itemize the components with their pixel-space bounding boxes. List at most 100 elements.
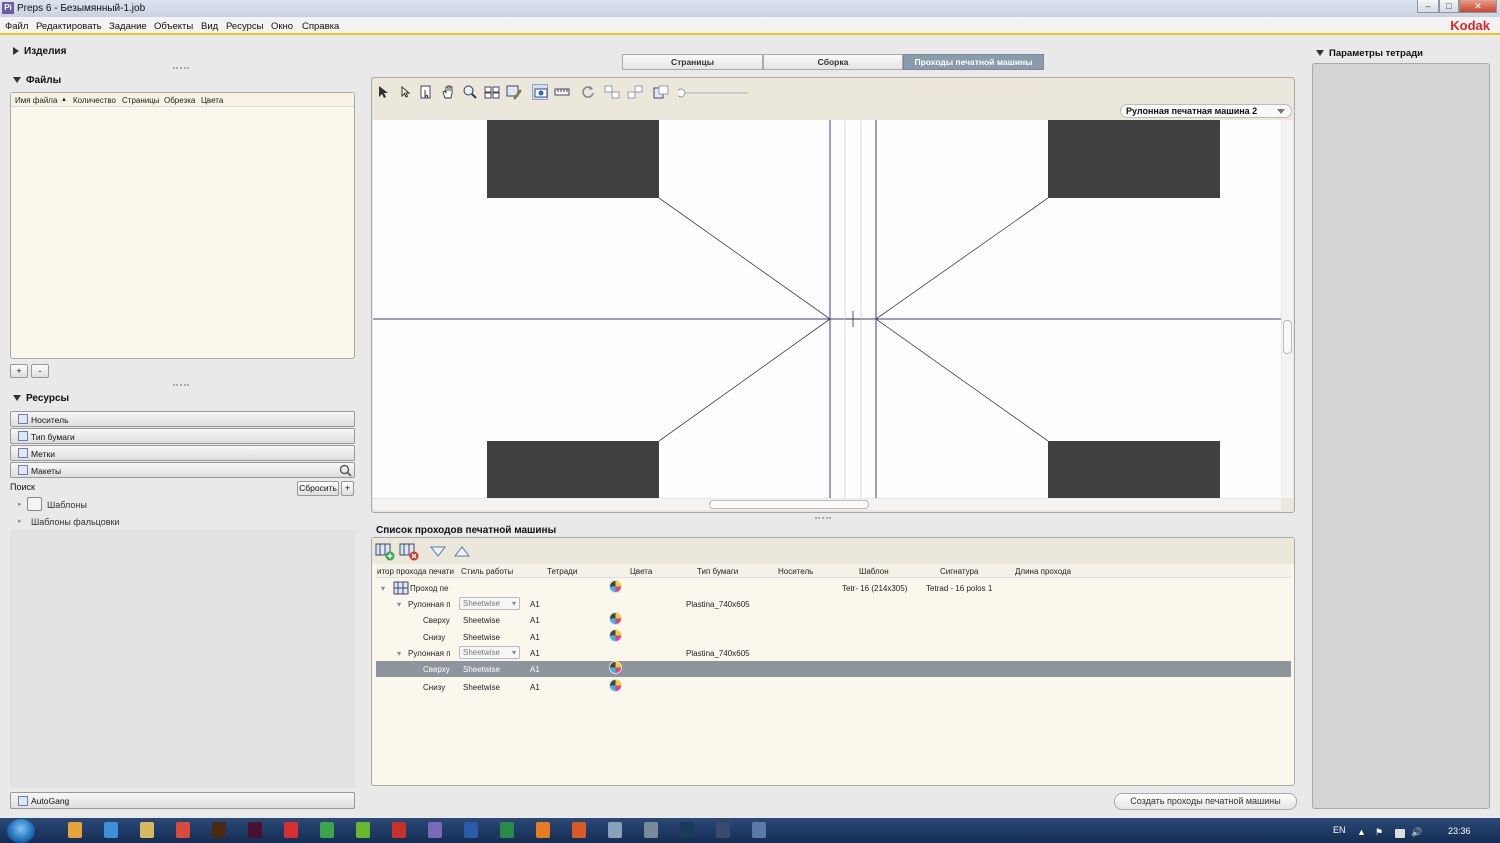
delete-press-run-icon[interactable]: [399, 541, 419, 561]
view-eye-icon[interactable]: [532, 84, 548, 100]
press-row-label[interactable]: Рулонная п: [408, 649, 450, 658]
menu-resources[interactable]: Ресурсы: [226, 21, 263, 32]
col-paper-type[interactable]: Тип бумаги: [697, 567, 738, 576]
menu-job[interactable]: Задание: [109, 21, 147, 32]
tree-expand-icon[interactable]: ▸: [18, 500, 22, 508]
resource-templates[interactable]: Макеты: [10, 462, 355, 478]
excel-icon[interactable]: [500, 822, 514, 838]
app-green-icon[interactable]: [320, 822, 334, 838]
vertical-scrollbar[interactable]: [1282, 120, 1293, 498]
create-press-runs-button[interactable]: Создать проходы печатной машины: [1114, 793, 1297, 810]
reset-search-button[interactable]: Сбросить: [297, 481, 339, 496]
tab-assembly[interactable]: Сборка: [763, 54, 903, 70]
page-block-top-left[interactable]: [487, 120, 659, 198]
files-list[interactable]: Имя файла ▲ Количество Страницы Обрезка …: [10, 92, 355, 359]
press-dropdown[interactable]: Рулонная печатная машина 2: [1120, 104, 1292, 118]
flip-icon[interactable]: [653, 84, 669, 100]
col-signatures[interactable]: Тетради: [547, 567, 577, 576]
tab-press-runs[interactable]: Проходы печатной машины: [903, 54, 1044, 70]
move-up-icon[interactable]: [452, 541, 472, 561]
col-quantity[interactable]: Количество: [73, 96, 116, 105]
grid-layout-icon[interactable]: [484, 84, 500, 100]
col-trim[interactable]: Обрезка: [164, 96, 195, 105]
acrobat-icon[interactable]: [392, 822, 406, 838]
resource-media[interactable]: Носитель: [10, 411, 355, 427]
align-left-icon[interactable]: [604, 84, 620, 100]
zoom-icon[interactable]: [462, 84, 478, 100]
direct-select-icon[interactable]: [398, 84, 414, 100]
menu-file[interactable]: Файл: [5, 21, 28, 32]
horizontal-scroll-thumb[interactable]: [709, 500, 869, 509]
col-work-style[interactable]: Стиль работы: [461, 567, 513, 576]
tree-expand-icon[interactable]: ▸: [18, 517, 22, 525]
tree-collapse-icon[interactable]: ▾: [397, 600, 401, 609]
side-bottom-label[interactable]: Снизу: [423, 683, 453, 692]
work-style-dropdown[interactable]: Sheetwise: [459, 597, 520, 610]
menu-window[interactable]: Окно: [271, 21, 293, 32]
indesign-icon[interactable]: [248, 822, 262, 838]
rotate-icon[interactable]: [580, 84, 596, 100]
archive-icon[interactable]: [644, 822, 658, 838]
press-sheet-canvas[interactable]: [373, 120, 1281, 498]
align-right-icon[interactable]: [627, 84, 643, 100]
files-section-header[interactable]: Файлы: [13, 75, 61, 86]
press-run-name[interactable]: Проход пе: [410, 584, 452, 593]
add-file-button[interactable]: +: [10, 364, 28, 378]
col-signature[interactable]: Сигнатура: [940, 567, 978, 576]
remove-file-button[interactable]: -: [31, 364, 49, 378]
panel-resize-handle[interactable]: [173, 384, 189, 386]
app-red-icon[interactable]: [284, 822, 298, 838]
add-press-run-icon[interactable]: [375, 541, 395, 561]
add-search-button[interactable]: +: [341, 481, 354, 496]
tab-pages[interactable]: Страницы: [622, 54, 763, 70]
col-media[interactable]: Носитель: [778, 567, 813, 576]
resource-marks[interactable]: Метки: [10, 445, 355, 461]
signature-params-header[interactable]: Параметры тетради: [1316, 48, 1423, 59]
minimize-button[interactable]: –: [1417, 0, 1439, 13]
work-style-dropdown[interactable]: Sheetwise: [459, 646, 520, 659]
ie-icon[interactable]: [104, 822, 118, 838]
col-template[interactable]: Шаблон: [859, 567, 889, 576]
panel-resize-handle[interactable]: [815, 517, 831, 519]
tree-collapse-icon[interactable]: ▾: [381, 584, 385, 593]
tree-item-folding-templates[interactable]: Шаблоны фальцовки: [31, 517, 119, 527]
speaker-icon[interactable]: 🔊: [1411, 827, 1422, 838]
close-button[interactable]: ✕: [1459, 0, 1497, 13]
vertical-scroll-thumb[interactable]: [1283, 320, 1292, 354]
products-section-header[interactable]: Изделия: [13, 46, 66, 57]
page-select-icon[interactable]: [418, 84, 434, 100]
clock[interactable]: 23:36: [1448, 826, 1471, 836]
illustrator-icon[interactable]: [212, 822, 226, 838]
language-indicator[interactable]: EN: [1333, 825, 1346, 835]
network-icon[interactable]: [608, 822, 622, 838]
app-green2-icon[interactable]: [356, 822, 370, 838]
maximize-button[interactable]: □: [1439, 0, 1459, 13]
menu-view[interactable]: Вид: [201, 21, 218, 32]
tray-expand-icon[interactable]: ▲: [1357, 827, 1366, 837]
panel-resize-handle[interactable]: [173, 67, 189, 69]
autogang-panel[interactable]: AutoGang: [10, 792, 355, 809]
col-filename[interactable]: Имя файла: [15, 96, 57, 105]
network-tray-icon[interactable]: [1395, 829, 1405, 838]
side-top-label[interactable]: Сверху: [423, 616, 453, 625]
zoom-slider[interactable]: [678, 88, 750, 98]
col-colors[interactable]: Цвета: [201, 96, 223, 105]
hand-pan-icon[interactable]: [440, 84, 456, 100]
move-down-icon[interactable]: [428, 541, 448, 561]
media-player-icon[interactable]: [68, 822, 82, 838]
firefox-icon[interactable]: [536, 822, 550, 838]
page-block-top-right[interactable]: [1048, 120, 1220, 198]
press-row-label[interactable]: Рулонная п: [408, 600, 450, 609]
menu-objects[interactable]: Объекты: [154, 21, 193, 32]
resource-paper-type[interactable]: Тип бумаги: [10, 428, 355, 444]
menu-edit[interactable]: Редактировать: [36, 21, 102, 32]
camera-icon[interactable]: [752, 822, 766, 838]
col-colors[interactable]: Цвета: [630, 567, 652, 576]
photoshop-icon[interactable]: [680, 822, 694, 838]
resources-section-header[interactable]: Ресурсы: [13, 393, 69, 404]
preps-icon[interactable]: [428, 822, 442, 838]
search-icon[interactable]: [339, 464, 352, 477]
word-icon[interactable]: [464, 822, 478, 838]
col-pages[interactable]: Страницы: [122, 96, 160, 105]
side-bottom-label[interactable]: Снизу: [423, 633, 453, 642]
